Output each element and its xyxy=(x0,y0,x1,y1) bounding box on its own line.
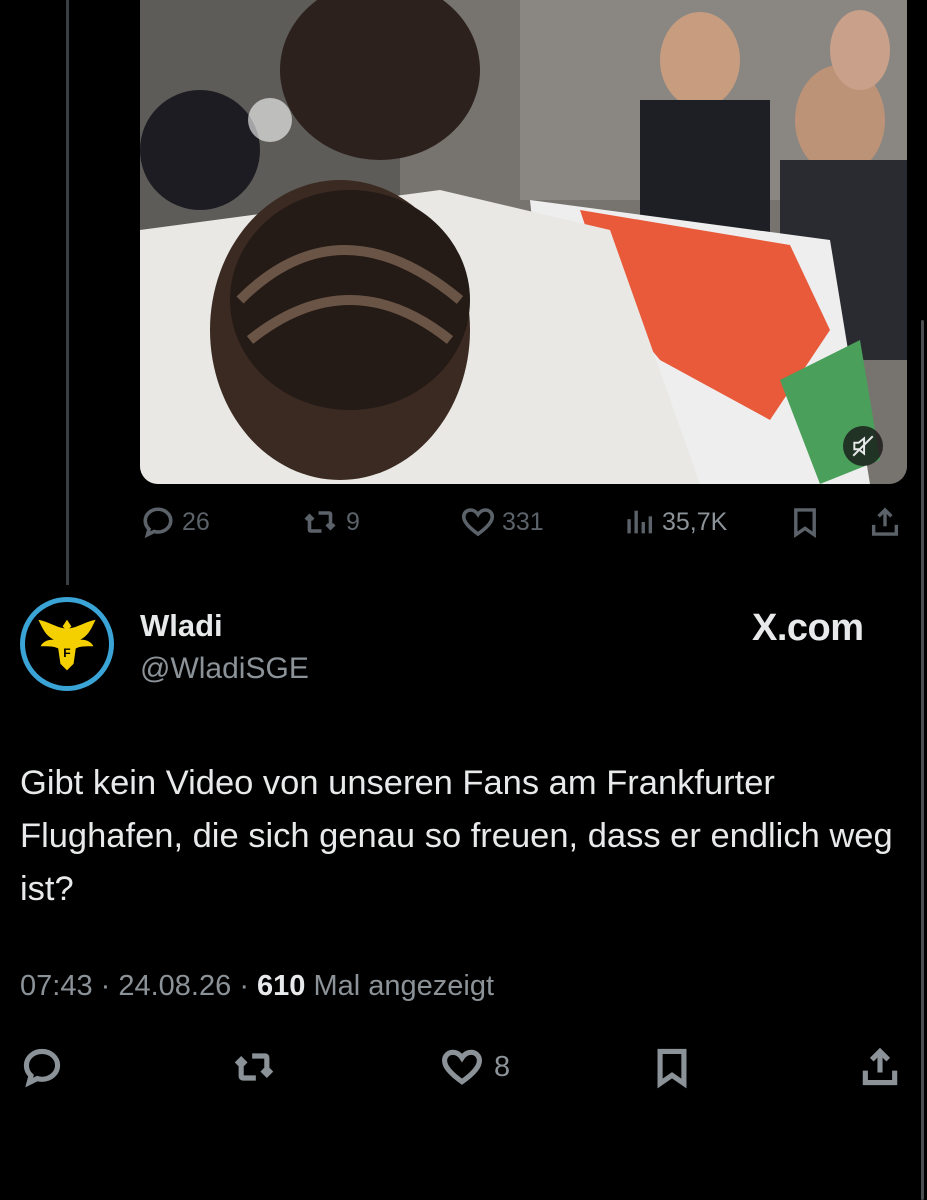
meta-separator: · xyxy=(239,970,258,1002)
retweet-icon xyxy=(234,1053,274,1081)
author-handle[interactable]: @WladiSGE xyxy=(140,652,309,686)
tweet-views-label: Mal angezeigt xyxy=(313,970,495,1002)
avatar-inner: F xyxy=(25,602,109,686)
video-player[interactable] xyxy=(140,0,907,484)
retweet-button[interactable] xyxy=(230,1042,278,1092)
mute-button[interactable] xyxy=(843,426,883,466)
quoted-reply-count: 26 xyxy=(182,507,210,536)
svg-text:F: F xyxy=(63,646,70,660)
bookmark-button[interactable] xyxy=(650,1042,694,1092)
tweet-text: Gibt kein Video von unseren Fans am Fran… xyxy=(20,764,893,908)
meta-separator: · xyxy=(100,970,119,1002)
tweet-meta: 07:43 · 24.08.26 · 610 Mal angezeigt xyxy=(20,970,494,1003)
quoted-views-button[interactable]: 35,7K xyxy=(622,500,727,544)
tweet-view-count: 610 xyxy=(257,970,306,1002)
like-count: 8 xyxy=(494,1050,511,1083)
quoted-retweet-button[interactable]: 9 xyxy=(300,500,360,544)
quoted-share-button[interactable] xyxy=(868,500,902,544)
mute-icon xyxy=(852,435,874,457)
quoted-like-count: 331 xyxy=(502,507,544,536)
reply-button[interactable] xyxy=(20,1042,64,1092)
bookmark-icon xyxy=(794,508,816,538)
tweet-date[interactable]: 24.08.26 xyxy=(118,970,231,1002)
thread-line xyxy=(66,0,69,585)
bookmark-icon xyxy=(657,1048,687,1089)
quoted-reply-button[interactable]: 26 xyxy=(140,500,210,544)
retweet-icon xyxy=(304,511,336,533)
video-frame xyxy=(140,0,907,484)
like-icon xyxy=(442,1049,482,1085)
share-button[interactable] xyxy=(858,1042,902,1092)
avatar[interactable]: F xyxy=(20,597,114,691)
quoted-view-count: 35,7K xyxy=(662,507,728,536)
quoted-like-button[interactable]: 331 xyxy=(460,500,544,544)
tweet-time[interactable]: 07:43 xyxy=(20,970,93,1002)
like-button[interactable]: 8 xyxy=(440,1042,510,1092)
views-icon xyxy=(627,510,653,534)
author-name[interactable]: Wladi xyxy=(140,608,223,644)
quoted-bookmark-button[interactable] xyxy=(788,500,822,544)
xcom-watermark: X.com xyxy=(752,607,864,649)
reply-icon xyxy=(143,507,173,539)
share-icon xyxy=(871,507,899,536)
eagle-logo: F xyxy=(38,619,96,671)
quoted-retweet-count: 9 xyxy=(346,507,360,536)
share-icon xyxy=(862,1047,898,1086)
tweet-action-bar: 8 xyxy=(0,1042,927,1092)
like-icon xyxy=(461,508,495,537)
reply-icon xyxy=(23,1048,61,1088)
quoted-action-bar: 26 9 331 35,7K xyxy=(140,500,907,544)
